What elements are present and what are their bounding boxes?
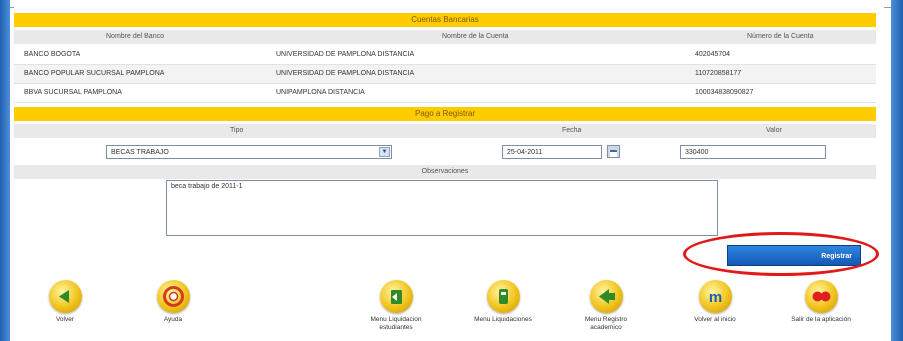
- table-row: BANCO POPULAR SUCURSAL PAMPLONA UNIVERSI…: [14, 65, 876, 84]
- academic-registry-icon: [589, 280, 623, 313]
- observations-textarea[interactable]: beca trabajo de 2011-1: [166, 180, 718, 236]
- account-number-cell: 402045704: [695, 51, 731, 58]
- exit-button[interactable]: Salir de la aplicación: [788, 280, 854, 324]
- column-account-number: Número de la Cuenta: [747, 33, 814, 40]
- students-menu-button[interactable]: Menu Liquidacion estudiantes: [363, 280, 429, 332]
- payment-type-select[interactable]: BECAS TRABAJO ▼: [106, 145, 392, 159]
- column-date: Fecha: [562, 127, 582, 134]
- payment-header-row: Tipo Fecha Valor: [14, 124, 876, 138]
- students-menu-icon: [379, 280, 413, 313]
- back-label: Volver: [55, 316, 75, 323]
- liquidations-menu-icon: [486, 280, 520, 313]
- observations-value: beca trabajo de 2011-1: [171, 183, 243, 190]
- payment-type-value: BECAS TRABAJO: [111, 149, 169, 156]
- exit-icon: [804, 280, 838, 313]
- chevron-down-icon[interactable]: ▼: [379, 147, 390, 157]
- column-type: Tipo: [230, 127, 244, 134]
- students-menu-label: Menu Liquidacion estudiantes: [370, 316, 422, 331]
- account-name-cell: UNIVERSIDAD DE PAMPLONA DISTANCIA: [276, 70, 415, 77]
- left-frame-border: [0, 0, 10, 341]
- observations-label: Observaciones: [421, 168, 469, 175]
- bank-cell: BANCO POPULAR SUCURSAL PAMPLONA: [24, 70, 165, 77]
- back-arrow-icon: [48, 280, 82, 313]
- account-number-cell: 100034838090827: [695, 89, 754, 96]
- payment-date-field[interactable]: 25-04-2011: [502, 145, 602, 159]
- home-button[interactable]: m Volver al inicio: [682, 280, 748, 324]
- column-account-name: Nombre de la Cuenta: [442, 33, 509, 40]
- column-bank: Nombre del Banco: [106, 33, 164, 40]
- back-button[interactable]: Volver: [32, 280, 98, 324]
- payment-date-value: 25-04-2011: [507, 149, 543, 156]
- payment-title: Pago a Registrar: [414, 109, 476, 118]
- help-label: Ayuda: [163, 316, 183, 323]
- account-number-cell: 110720858177: [695, 70, 742, 77]
- accounts-title-bar: Cuentas Bancarias: [14, 13, 876, 27]
- bank-cell: BANCO BOGOTA: [24, 51, 81, 58]
- accounts-header-row: Nombre del Banco Nombre de la Cuenta Núm…: [14, 30, 876, 44]
- academic-registry-label: Menu Registro academico: [584, 316, 628, 331]
- observations-header: Observaciones: [14, 165, 876, 179]
- payment-value: 330400: [685, 149, 709, 156]
- exit-label: Salir de la aplicación: [791, 316, 851, 323]
- home-label: Volver al inicio: [694, 316, 736, 323]
- academic-registry-button[interactable]: Menu Registro academico: [573, 280, 639, 332]
- bank-cell: BBVA SUCURSAL PAMPLONA: [24, 89, 122, 96]
- account-name-cell: UNIVERSIDAD DE PAMPLONA DISTANCIA: [276, 51, 415, 58]
- accounts-title: Cuentas Bancarias: [411, 15, 479, 24]
- payment-value-field[interactable]: 330400: [680, 145, 826, 159]
- highlight-circle: [683, 232, 879, 276]
- liquidations-menu-label: Menu Liquidaciones: [474, 316, 532, 323]
- liquidations-menu-button[interactable]: Menu Liquidaciones: [470, 280, 536, 324]
- right-frame-border: [891, 0, 903, 341]
- calendar-icon[interactable]: [607, 145, 620, 158]
- table-row: BBVA SUCURSAL PAMPLONA UNIPAMPLONA DISTA…: [14, 84, 876, 103]
- column-value: Valor: [766, 127, 782, 134]
- svg-text:m: m: [708, 289, 721, 306]
- help-icon: [156, 280, 190, 313]
- help-button[interactable]: Ayuda: [140, 280, 206, 324]
- table-row: BANCO BOGOTA UNIVERSIDAD DE PAMPLONA DIS…: [14, 46, 876, 65]
- home-icon: m: [698, 280, 732, 313]
- payment-title-bar: Pago a Registrar: [14, 107, 876, 121]
- account-name-cell: UNIPAMPLONA DISTANCIA: [276, 89, 365, 96]
